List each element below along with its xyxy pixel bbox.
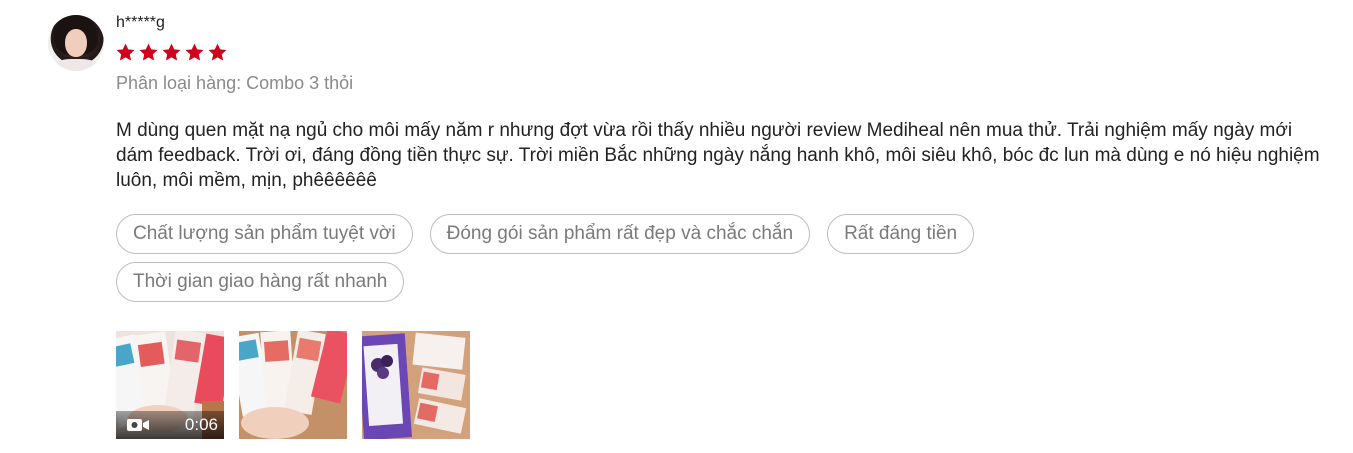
avatar-shirt <box>52 59 100 71</box>
review-tags: Chất lượng sản phẩm tuyệt vời Đóng gói s… <box>116 214 1116 302</box>
review-media: 0:06 <box>116 331 470 439</box>
video-info-bar: 0:06 <box>116 411 224 439</box>
star-icon <box>185 43 204 61</box>
video-duration: 0:06 <box>184 415 218 434</box>
video-camera-icon <box>127 419 149 431</box>
review-tag: Rất đáng tiền <box>827 214 975 254</box>
reviewer-username[interactable]: h*****g <box>116 14 165 32</box>
star-icon <box>139 43 158 61</box>
review-comment: M dùng quen mặt nạ ngủ cho môi mấy năm r… <box>116 120 1320 191</box>
avatar-face <box>65 29 87 57</box>
review-tag: Đóng gói sản phẩm rất đẹp và chắc chắn <box>429 214 811 254</box>
product-variation: Phân loại hàng: Combo 3 thỏi <box>116 73 354 93</box>
star-icon <box>162 43 181 61</box>
review-video-thumbnail[interactable]: 0:06 <box>116 331 224 439</box>
star-icon <box>208 43 227 61</box>
user-avatar[interactable] <box>48 15 104 71</box>
review-image-thumbnail[interactable] <box>239 331 347 439</box>
review-photo <box>239 331 347 439</box>
review-image-thumbnail[interactable] <box>362 331 470 439</box>
review-tag: Thời gian giao hàng rất nhanh <box>116 262 405 302</box>
review-tag: Chất lượng sản phẩm tuyệt vời <box>116 214 413 254</box>
rating-stars <box>115 42 228 63</box>
star-icon <box>116 43 135 61</box>
product-review: h*****g Phân loại hàng: Combo 3 thỏi M d… <box>0 0 1353 453</box>
review-photo <box>362 331 470 439</box>
